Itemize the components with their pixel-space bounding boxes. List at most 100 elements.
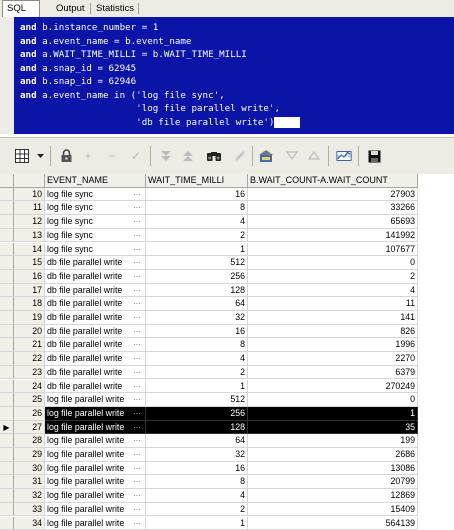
cell-event-name[interactable]: log file parallel write ··· bbox=[45, 393, 146, 407]
cell-wait-time-milli[interactable]: 64 bbox=[146, 434, 248, 448]
cell-wait-time-milli[interactable]: 128 bbox=[146, 283, 248, 298]
cell-wait-count-diff[interactable]: 141992 bbox=[248, 228, 418, 243]
sql-editor[interactable]: and b.instance_number = 1 and a.event_nam… bbox=[14, 17, 454, 134]
row-indicator[interactable] bbox=[0, 393, 14, 407]
cell-event-name[interactable]: db file parallel write ··· bbox=[45, 297, 146, 311]
table-row[interactable]: 10 log file sync ··· 16 27903 bbox=[0, 187, 454, 202]
cell-event-name[interactable]: db file parallel write ··· bbox=[45, 324, 146, 339]
table-row[interactable]: 19 db file parallel write ··· 32 141 bbox=[0, 311, 454, 325]
table-row[interactable]: 33 log file parallel write ··· 2 15409 bbox=[0, 502, 454, 517]
ellipsis-button-icon[interactable]: ··· bbox=[133, 503, 141, 516]
table-row[interactable]: 23 db file parallel write ··· 2 6379 bbox=[0, 365, 454, 380]
row-indicator[interactable] bbox=[0, 201, 14, 216]
cell-wait-count-diff[interactable]: 33266 bbox=[248, 201, 418, 216]
ellipsis-button-icon[interactable]: ··· bbox=[133, 270, 141, 283]
cell-wait-time-milli[interactable]: 8 bbox=[146, 201, 248, 216]
table-row[interactable]: 31 log file parallel write ··· 8 20799 bbox=[0, 475, 454, 490]
ellipsis-button-icon[interactable]: ··· bbox=[133, 311, 141, 324]
row-indicator[interactable] bbox=[0, 187, 14, 202]
ellipsis-button-icon[interactable]: ··· bbox=[133, 462, 141, 475]
tab-sql[interactable]: SQL bbox=[2, 0, 40, 17]
cell-wait-time-milli[interactable]: 128 bbox=[146, 420, 248, 435]
cell-wait-count-diff[interactable]: 564139 bbox=[248, 516, 418, 530]
cell-event-name[interactable]: log file parallel write ··· bbox=[45, 489, 146, 503]
cell-wait-time-milli[interactable]: 64 bbox=[146, 297, 248, 311]
cell-event-name[interactable]: db file parallel write ··· bbox=[45, 283, 146, 298]
cell-wait-count-diff[interactable]: 4 bbox=[248, 283, 418, 298]
post-edit-icon[interactable]: ✓ bbox=[128, 148, 144, 164]
cell-wait-count-diff[interactable]: 35 bbox=[248, 420, 418, 435]
cell-event-name[interactable]: log file parallel write ··· bbox=[45, 448, 146, 462]
cell-wait-count-diff[interactable]: 6379 bbox=[248, 365, 418, 380]
ellipsis-button-icon[interactable]: ··· bbox=[133, 215, 141, 228]
table-row[interactable]: 16 db file parallel write ··· 256 2 bbox=[0, 269, 454, 284]
row-indicator[interactable] bbox=[0, 269, 14, 284]
cell-wait-time-milli[interactable]: 32 bbox=[146, 448, 248, 462]
cell-event-name[interactable]: log file parallel write ··· bbox=[45, 406, 146, 421]
cell-event-name[interactable]: log file parallel write ··· bbox=[45, 434, 146, 448]
cell-event-name[interactable]: log file parallel write ··· bbox=[45, 475, 146, 490]
cell-wait-time-milli[interactable]: 16 bbox=[146, 461, 248, 476]
ellipsis-button-icon[interactable]: ··· bbox=[133, 434, 141, 447]
cell-event-name[interactable]: log file sync ··· bbox=[45, 187, 146, 202]
cell-wait-time-milli[interactable]: 1 bbox=[146, 379, 248, 394]
cell-wait-time-milli[interactable]: 8 bbox=[146, 338, 248, 353]
cell-event-name[interactable]: db file parallel write ··· bbox=[45, 338, 146, 353]
query-by-example-icon[interactable] bbox=[258, 148, 274, 164]
cell-wait-time-milli[interactable]: 4 bbox=[146, 489, 248, 503]
table-row[interactable]: 28 log file parallel write ··· 64 199 bbox=[0, 434, 454, 448]
table-row[interactable]: 30 log file parallel write ··· 16 13086 bbox=[0, 461, 454, 476]
ellipsis-button-icon[interactable]: ··· bbox=[133, 407, 141, 420]
cell-wait-count-diff[interactable]: 0 bbox=[248, 393, 418, 407]
table-row[interactable]: 20 db file parallel write ··· 16 826 bbox=[0, 324, 454, 339]
cell-event-name[interactable]: log file sync ··· bbox=[45, 242, 146, 257]
ellipsis-button-icon[interactable]: ··· bbox=[133, 421, 141, 434]
table-row[interactable]: 13 log file sync ··· 2 141992 bbox=[0, 228, 454, 243]
ellipsis-button-icon[interactable]: ··· bbox=[133, 489, 141, 502]
ellipsis-button-icon[interactable]: ··· bbox=[133, 448, 141, 461]
table-row[interactable]: 24 db file parallel write ··· 1 270249 bbox=[0, 379, 454, 394]
cell-wait-count-diff[interactable]: 2270 bbox=[248, 352, 418, 366]
row-indicator[interactable] bbox=[0, 406, 14, 421]
row-indicator[interactable] bbox=[0, 228, 14, 243]
chart-icon[interactable] bbox=[336, 148, 352, 164]
cell-wait-time-milli[interactable]: 4 bbox=[146, 352, 248, 366]
clear-icon[interactable] bbox=[232, 148, 248, 164]
ellipsis-button-icon[interactable]: ··· bbox=[133, 475, 141, 488]
cell-wait-count-diff[interactable]: 11 bbox=[248, 297, 418, 311]
current-row-indicator[interactable]: ▶ bbox=[0, 420, 14, 435]
cell-wait-time-milli[interactable]: 2 bbox=[146, 502, 248, 517]
ellipsis-button-icon[interactable]: ··· bbox=[133, 201, 141, 214]
cell-event-name[interactable]: db file parallel write ··· bbox=[45, 352, 146, 366]
table-row[interactable]: 15 db file parallel write ··· 512 0 bbox=[0, 256, 454, 270]
ellipsis-button-icon[interactable]: ··· bbox=[133, 393, 141, 406]
cell-event-name[interactable]: db file parallel write ··· bbox=[45, 269, 146, 284]
cell-wait-count-diff[interactable]: 20799 bbox=[248, 475, 418, 490]
cell-event-name[interactable]: db file parallel write ··· bbox=[45, 256, 146, 270]
cell-wait-count-diff[interactable]: 1996 bbox=[248, 338, 418, 353]
row-indicator[interactable] bbox=[0, 242, 14, 257]
row-indicator[interactable] bbox=[0, 502, 14, 517]
add-record-icon[interactable]: + bbox=[80, 148, 96, 164]
table-row[interactable]: 26 log file parallel write ··· 256 1 bbox=[0, 406, 454, 421]
cell-wait-count-diff[interactable]: 13086 bbox=[248, 461, 418, 476]
cell-wait-time-milli[interactable]: 16 bbox=[146, 324, 248, 339]
sort-asc-icon[interactable] bbox=[180, 148, 196, 164]
table-row[interactable]: ▶ 27 log file parallel write ··· 128 35 bbox=[0, 420, 454, 435]
row-indicator[interactable] bbox=[0, 365, 14, 380]
row-indicator[interactable] bbox=[0, 215, 14, 229]
cell-event-name[interactable]: db file parallel write ··· bbox=[45, 311, 146, 325]
cell-wait-count-diff[interactable]: 199 bbox=[248, 434, 418, 448]
ellipsis-button-icon[interactable]: ··· bbox=[133, 338, 141, 351]
row-indicator[interactable] bbox=[0, 297, 14, 311]
cell-wait-time-milli[interactable]: 256 bbox=[146, 269, 248, 284]
cell-event-name[interactable]: db file parallel write ··· bbox=[45, 379, 146, 394]
lock-icon[interactable] bbox=[58, 148, 74, 164]
row-indicator[interactable] bbox=[0, 461, 14, 476]
cell-event-name[interactable]: db file parallel write ··· bbox=[45, 365, 146, 380]
table-row[interactable]: 11 log file sync ··· 8 33266 bbox=[0, 201, 454, 216]
table-row[interactable]: 32 log file parallel write ··· 4 12869 bbox=[0, 489, 454, 503]
cell-wait-time-milli[interactable]: 1 bbox=[146, 242, 248, 257]
ellipsis-button-icon[interactable]: ··· bbox=[133, 325, 141, 338]
cell-wait-count-diff[interactable]: 65693 bbox=[248, 215, 418, 229]
